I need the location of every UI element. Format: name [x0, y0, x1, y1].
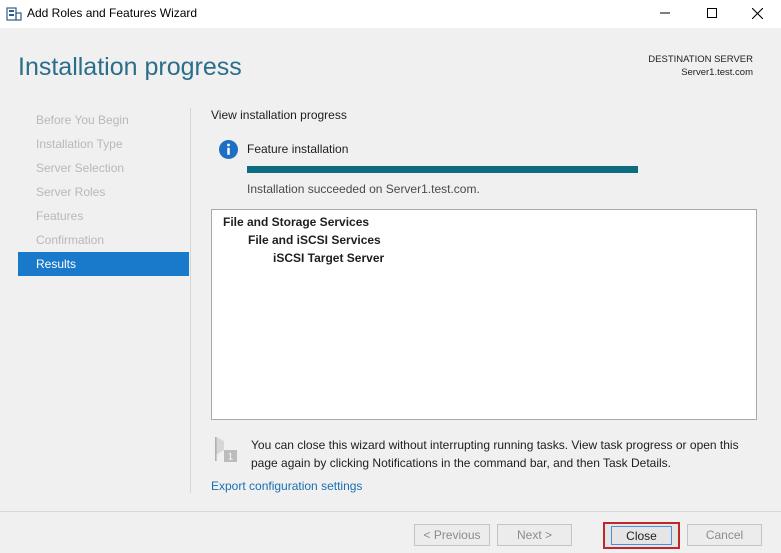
nav-item-installation-type: Installation Type	[36, 137, 123, 151]
export-configuration-link[interactable]: Export configuration settings	[211, 479, 362, 493]
progress-bar-fill	[247, 166, 638, 173]
result-item: iSCSI Target Server	[273, 251, 385, 265]
server-manager-icon	[6, 7, 22, 21]
destination-server-label: DESTINATION SERVER	[648, 54, 753, 65]
result-item: File and Storage Services	[223, 215, 370, 229]
info-icon	[219, 140, 238, 159]
nav-divider	[190, 108, 191, 493]
close-button[interactable]: Close	[603, 522, 680, 549]
title-bar: Add Roles and Features Wizard	[0, 0, 781, 28]
result-item: File and iSCSI Services	[248, 233, 381, 247]
nav-item-results[interactable]: Results	[18, 252, 189, 276]
close-wizard-note: You can close this wizard without interr…	[251, 438, 739, 470]
maximize-icon	[707, 8, 717, 18]
nav-item-server-roles: Server Roles	[36, 185, 106, 199]
installation-progress-bar	[247, 166, 638, 173]
destination-server-name: Server1.test.com	[681, 67, 753, 78]
minimize-icon	[660, 12, 670, 14]
maximize-button[interactable]	[695, 0, 729, 26]
svg-text:1: 1	[228, 452, 233, 462]
page-title: Installation progress	[18, 53, 242, 81]
window-title: Add Roles and Features Wizard	[27, 6, 198, 20]
nav-item-server-selection: Server Selection	[36, 161, 125, 175]
nav-item-features: Features	[36, 209, 84, 223]
close-button-label: Close	[611, 526, 672, 545]
results-list: File and Storage Services File and iSCSI…	[211, 209, 757, 420]
nav-item-confirmation: Confirmation	[36, 233, 105, 247]
feature-installation-label: Feature installation	[247, 142, 349, 156]
section-title: View installation progress	[211, 108, 347, 122]
next-button[interactable]: Next >	[497, 524, 572, 546]
nav-item-before-you-begin: Before You Begin	[36, 113, 129, 127]
window-close-button[interactable]	[740, 0, 774, 26]
close-icon	[751, 7, 763, 19]
minimize-button[interactable]	[648, 0, 682, 26]
wizard-steps-nav: Before You Begin Installation Type Serve…	[18, 108, 189, 276]
cancel-button[interactable]: Cancel	[687, 524, 762, 546]
previous-button[interactable]: < Previous	[414, 524, 490, 546]
installation-status-text: Installation succeeded on Server1.test.c…	[247, 182, 480, 196]
flag-notification-icon: 1	[215, 437, 237, 462]
